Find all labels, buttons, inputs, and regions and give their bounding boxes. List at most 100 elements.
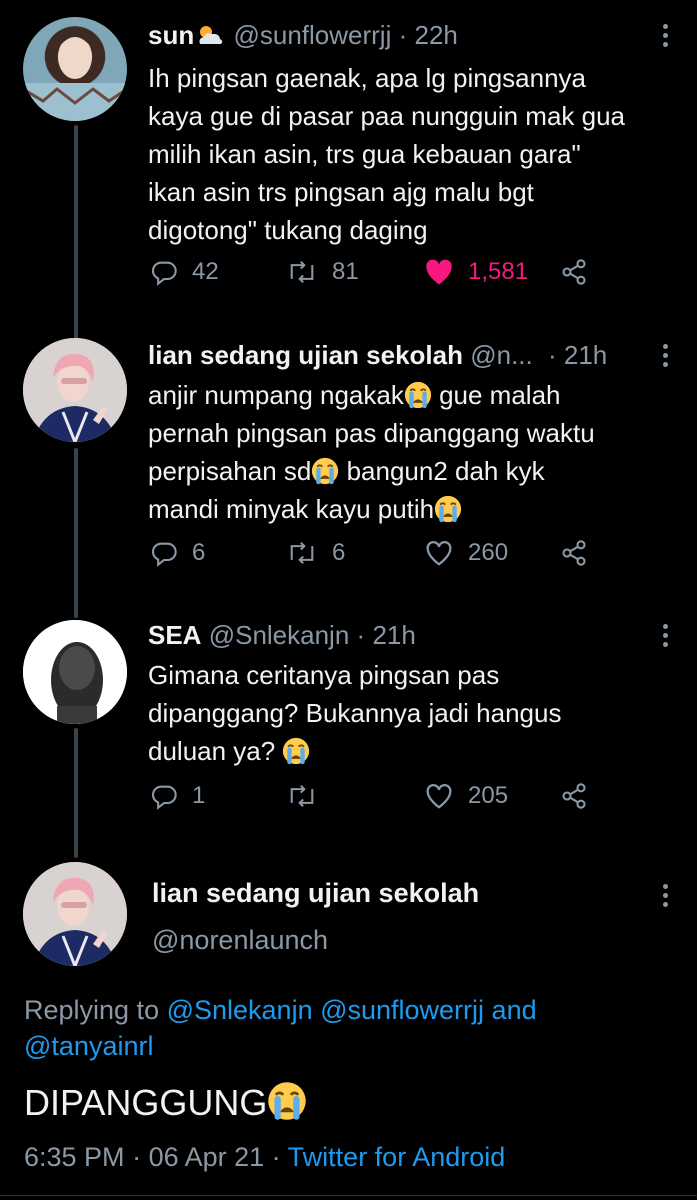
handle[interactable]: @Snlekanjn [209,620,350,650]
tweet[interactable]: sun @sunflowerrjj · 22h Ih pingsan gaena… [148,20,673,249]
share-button[interactable] [560,539,602,567]
tweet-text-segment: anjir numpang ngakak [148,380,404,410]
avatar[interactable] [23,862,127,966]
tweet-line: Gimana ceritanya pingsan pas [148,660,500,690]
reply-button[interactable]: 1 [150,782,205,810]
display-name[interactable]: sun [148,20,194,50]
tweet-line: Ih pingsan gaenak, apa lg pingsannya [148,63,587,93]
tweet-date[interactable]: 06 Apr 21 [149,1142,265,1172]
crying-emoji-icon [267,1081,307,1121]
tweet-line: pernah pingsan pas dipanggang waktu [148,418,595,448]
tweet-line: perpisahan sd bangun2 dah kyk [148,452,673,490]
tweet-text: anjir numpang ngakak gue malah pernah pi… [148,376,673,528]
tweet-time[interactable]: 6:35 PM [24,1142,125,1172]
handle[interactable]: @sunflowerrjj [233,20,391,50]
tweet-line: duluan ya? [148,732,673,770]
more-options-icon[interactable] [663,884,669,907]
tweet-text: Ih pingsan gaenak, apa lg pingsannya kay… [148,59,673,249]
reply-count: 42 [192,258,219,285]
replying-prefix: Replying to [24,995,167,1025]
heart-icon [426,541,452,566]
mention-link[interactable]: @Snlekanjn @sunflowerrjj [167,995,484,1025]
thread-line [74,448,78,618]
like-button[interactable]: 260 [424,539,508,567]
share-icon [562,540,586,566]
tweet-line: anjir numpang ngakak gue malah [148,376,673,414]
avatar[interactable] [23,17,127,121]
more-options-icon[interactable] [663,24,669,47]
timestamp[interactable]: 21h [372,620,415,650]
retweet-count: 81 [332,258,359,285]
retweet-icon [290,541,314,565]
like-count: 1,581 [468,258,529,285]
tweet-actions: 1 205 [148,782,597,822]
tweet-text-segment: perpisahan sd [148,456,312,486]
crying-emoji-icon [404,381,432,409]
retweet-button[interactable]: 6 [286,539,345,567]
mention-link[interactable]: @tanyainrl [24,1028,673,1064]
separator: · [356,620,366,650]
tweet-source[interactable]: Twitter for Android [288,1142,506,1172]
separator: · [264,1142,288,1172]
reply-button[interactable]: 6 [150,539,205,567]
tweet-line: kaya gue di pasar paa nungguin mak gua [148,101,626,131]
reply-count: 1 [192,782,206,809]
crying-emoji-icon [434,495,462,523]
separator: · [547,340,557,370]
reply-icon [151,785,177,810]
display-name[interactable]: SEA [148,620,201,650]
separator: · [398,20,408,50]
like-count: 205 [468,782,509,809]
display-name[interactable]: lian sedang ujian sekolah [148,340,463,370]
handle[interactable]: @n... [470,340,533,370]
retweet-count: 6 [332,539,346,566]
more-options-icon[interactable] [663,624,669,647]
replying-line: Replying to @Snlekanjn @sunflowerrjj and [24,992,673,1028]
tweet-line: mandi minyak kayu putih [148,490,673,528]
main-text: DIPANGGUNG [24,1082,268,1123]
tweet-text-segment: gue malah [431,380,561,410]
tweet-line: milih ikan asin, trs gua kebauan gara" [148,139,581,169]
tweet[interactable]: SEA @Snlekanjn · 21h Gimana ceritanya pi… [148,620,673,770]
like-button[interactable]: 205 [424,782,508,810]
replying-to: Replying to @Snlekanjn @sunflowerrjj and… [24,992,673,1064]
like-count: 260 [468,539,509,566]
share-button[interactable] [560,782,602,810]
reply-button[interactable]: 42 [150,258,219,286]
divider [0,1195,697,1196]
thread-line [74,125,78,340]
thread-line [74,728,78,858]
main-tweet-text: DIPANGGUNG [24,1080,307,1126]
crying-emoji-icon [311,457,339,485]
more-options-icon[interactable] [663,344,669,367]
retweet-icon [290,260,314,284]
tweet-text-segment: duluan ya? [148,736,283,766]
replying-and: and [484,995,537,1025]
avatar[interactable] [23,338,127,442]
reply-icon [151,261,177,286]
share-button[interactable] [560,258,602,286]
timestamp[interactable]: 22h [415,20,458,50]
heart-icon [426,784,452,809]
timestamp[interactable]: 21h [564,340,607,370]
retweet-button[interactable]: 81 [286,258,359,286]
tweet-text-segment: mandi minyak kayu putih [148,494,435,524]
tweet-text: Gimana ceritanya pingsan pas dipanggang?… [148,656,673,770]
retweet-icon [290,784,314,808]
tweet-line: digotong" tukang daging [148,215,428,245]
main-author-name[interactable]: lian sedang ujian sekolah [152,878,479,909]
retweet-button[interactable] [286,782,332,810]
heart-filled-icon [426,259,452,285]
weather-emoji-icon [194,23,226,53]
separator: · [124,1142,149,1172]
tweet[interactable]: lian sedang ujian sekolah @n... · 21h an… [148,340,673,528]
like-button[interactable]: 1,581 [424,258,528,286]
reply-count: 6 [192,539,206,566]
crying-emoji-icon [282,737,310,765]
tweet-actions: 6 6 260 [148,539,597,579]
avatar[interactable] [23,620,127,724]
tweet-actions: 42 81 1,581 [148,258,597,298]
main-author-handle[interactable]: @norenlaunch [152,925,328,956]
reply-icon [151,542,177,567]
share-icon [562,783,586,809]
